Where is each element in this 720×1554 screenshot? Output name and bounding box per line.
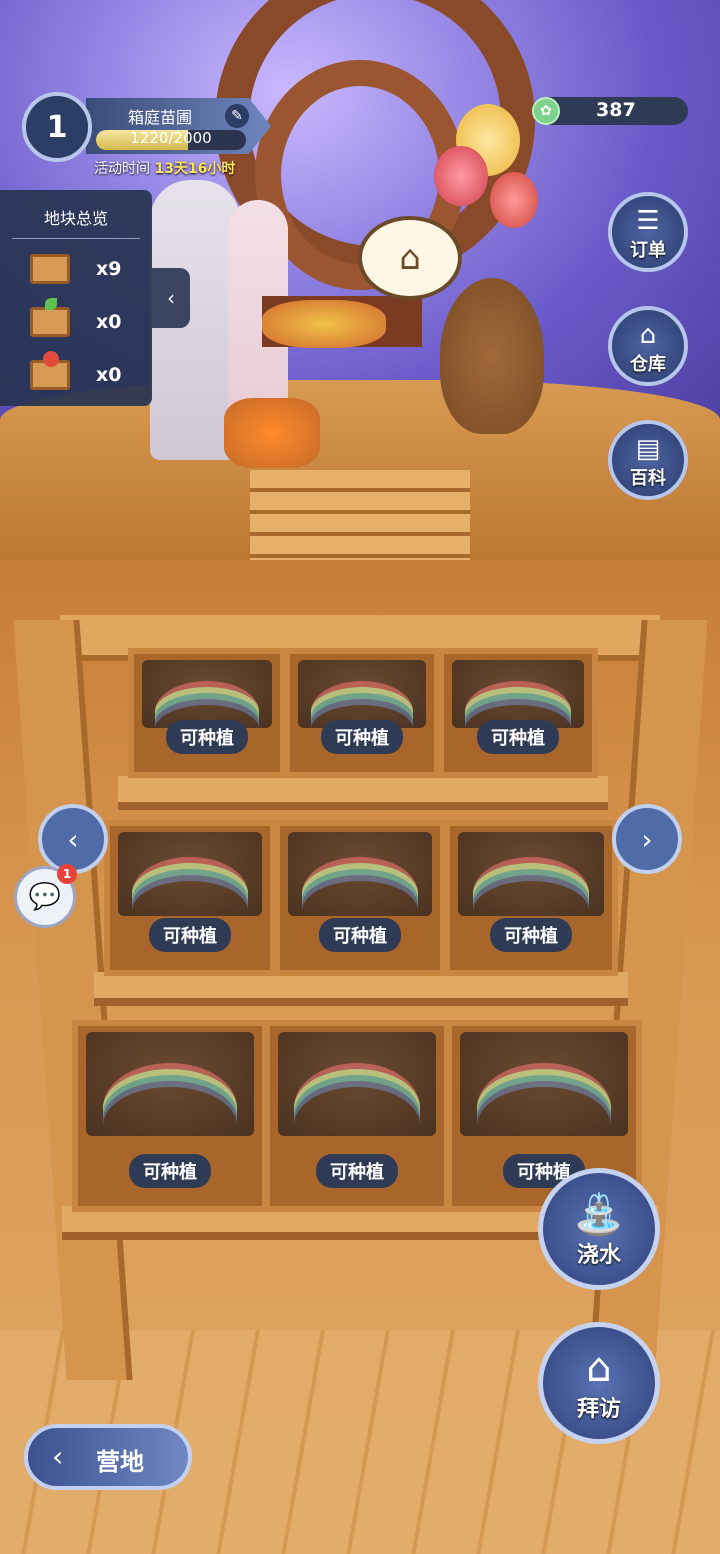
plot-status-label: 可种植 [316,1154,398,1188]
divider [12,238,140,239]
exp-text: 1220/2000 [130,129,212,147]
plot-status-label: 可种植 [321,720,403,754]
visit-button[interactable]: ⌂ 拜访 [538,1322,660,1444]
collapse-overview-button[interactable]: ‹ [152,268,190,328]
back-label: 营地 [96,1448,144,1476]
previous-area-button[interactable]: ‹ [38,804,108,874]
currency-value: 387 [596,99,636,121]
overview-row-fruit: x0 [30,351,140,396]
plot-7[interactable]: 可种植 [72,1020,268,1212]
orders-label: 订单 [630,240,666,261]
watering-can-icon: ⛲ [574,1192,624,1238]
plot-2[interactable]: 可种植 [284,648,440,778]
chevron-left-icon: ‹ [67,822,79,856]
plot-1[interactable]: 可种植 [128,648,286,778]
plot-status-label: 可种植 [149,918,231,952]
shop-bubble-icon[interactable]: ⌂ [358,216,462,300]
overview-row-sprout: x0 [30,298,140,343]
activity-remaining-time: 13天16小时 [154,161,236,177]
plot-status-label: 可种植 [319,918,401,952]
fruit-crate-icon [30,351,70,390]
plot-4[interactable]: 可种植 [104,820,276,976]
plot-status-label: 可种植 [129,1154,211,1188]
water-label: 浇水 [576,1243,621,1268]
balloon-red-2 [490,172,538,228]
overview-count: x9 [96,258,122,280]
water-button[interactable]: ⛲ 浇水 [538,1168,660,1290]
orders-button[interactable]: ☰ 订单 [608,192,688,272]
activity-time: 活动时间 13天16小时 [94,158,235,178]
plot-8[interactable]: 可种植 [264,1020,450,1212]
visit-label: 拜访 [576,1397,621,1422]
clover-coin-icon: ✿ [532,97,560,125]
back-to-camp-button[interactable]: ‹ 营地 [24,1424,192,1490]
book-icon: ▤ [635,434,661,464]
level-number: 1 [22,92,92,162]
garden-name: 箱庭苗圃 [128,108,193,127]
next-area-button[interactable]: › [612,804,682,874]
warehouse-button[interactable]: ⌂ 仓库 [608,306,688,386]
plot-5[interactable]: 可种植 [274,820,446,976]
overview-count: x0 [96,311,122,333]
activity-label: 活动时间 [94,161,150,177]
pencil-icon: ✎ [231,108,243,124]
warehouse-icon: ⌂ [639,320,657,350]
overview-row-empty: x9 [30,250,140,290]
balloon-red [434,146,488,206]
chevron-right-icon: › [641,822,653,856]
encyclopedia-label: 百科 [630,468,666,489]
plot-6[interactable]: 可种植 [444,820,618,976]
plot-status-label: 可种植 [166,720,248,754]
edit-name-button[interactable]: ✎ [225,104,249,128]
chevron-left-icon: ‹ [167,286,175,310]
visit-house-icon: ⌂ [586,1345,612,1391]
empty-crate-icon [30,254,70,284]
warehouse-label: 仓库 [630,354,666,375]
plot-3[interactable]: 可种植 [438,648,598,778]
chevron-left-icon: ‹ [52,1440,64,1473]
plot-overview-title: 地块总览 [43,209,108,228]
encyclopedia-button[interactable]: ▤ 百科 [608,420,688,500]
fruit-basket [262,300,386,348]
chat-unread-badge: 1 [57,864,77,884]
sprout-crate-icon [30,298,70,337]
shelf-row-1 [118,776,608,810]
chat-bubble-icon: 💬 [28,882,62,912]
clipboard-icon: ☰ [636,206,660,236]
plot-status-label: 可种植 [477,720,559,754]
capybara-merchant[interactable] [440,278,544,434]
orange-basket [224,398,320,468]
plot-status-label: 可种植 [490,918,572,952]
overview-count: x0 [96,364,122,386]
level-badge[interactable]: 1 [8,92,98,162]
shelf-row-2 [94,972,628,1006]
